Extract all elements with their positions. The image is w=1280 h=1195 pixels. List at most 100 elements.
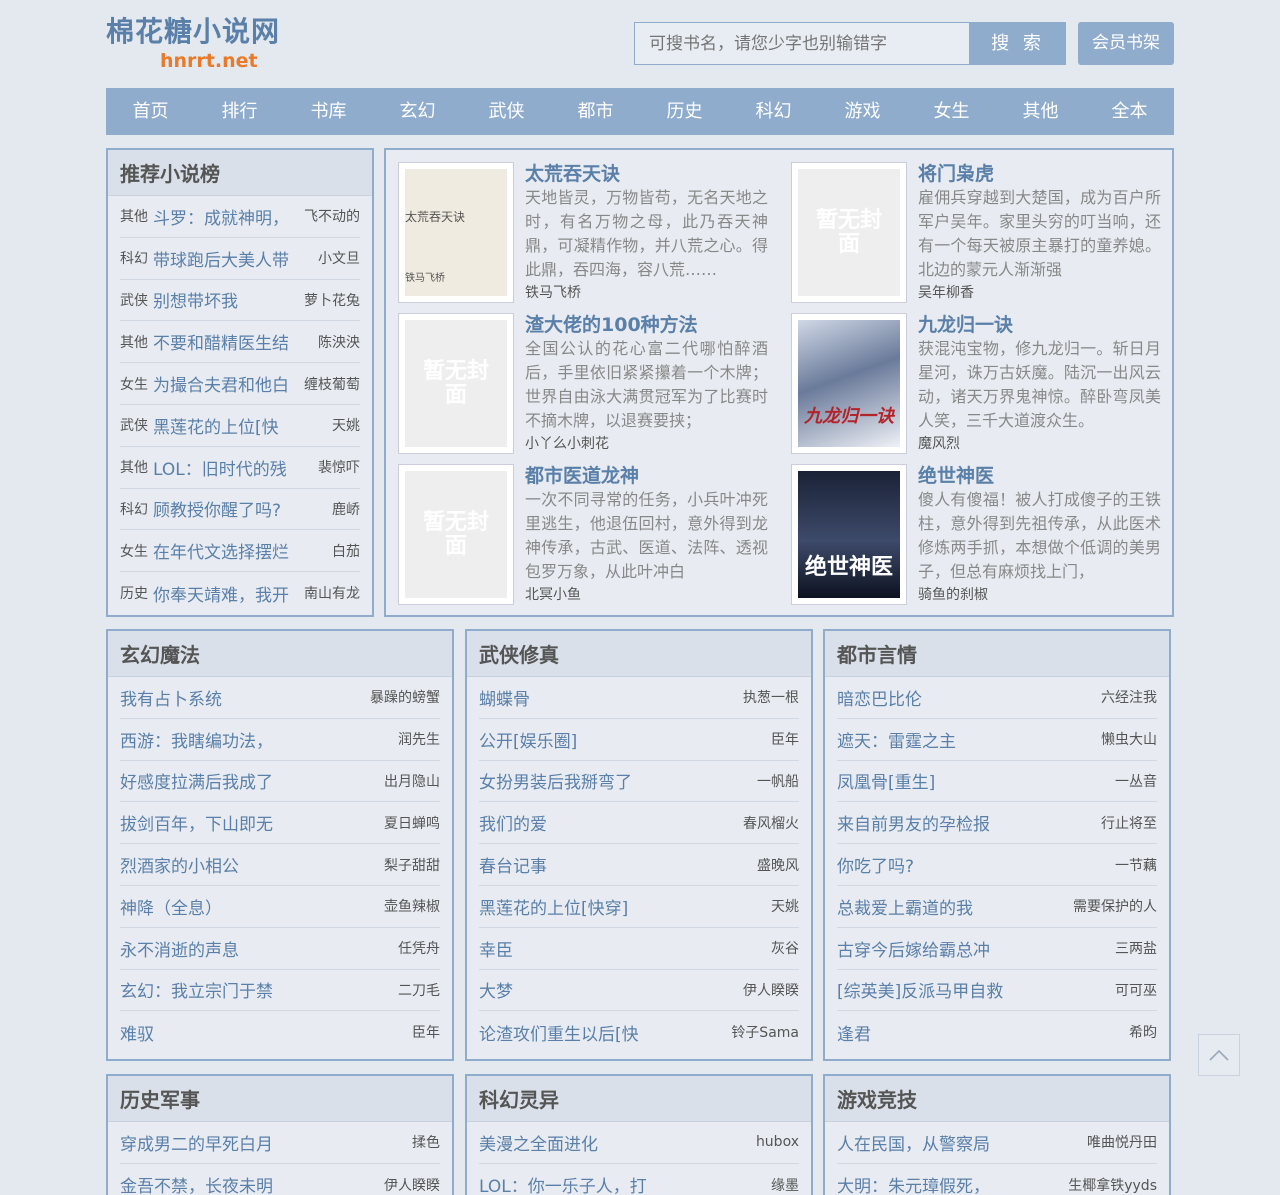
category-item[interactable]: 难驭 臣年 <box>120 1011 440 1053</box>
nav-completed[interactable]: 全本 <box>1085 88 1174 135</box>
category-item[interactable]: 西游：我瞎编功法， 润先生 <box>120 719 440 761</box>
recommend-item[interactable]: 其他 不要和醋精医生结 陈泱泱 <box>120 321 360 364</box>
recommend-item[interactable]: 女生 在年代文选择摆烂 白茄 <box>120 530 360 573</box>
recommend-item[interactable]: 女生 为撮合夫君和他白 缠枝葡萄 <box>120 363 360 405</box>
nav-xuanhuan[interactable]: 玄幻 <box>373 88 462 135</box>
category-book-title[interactable]: 人在民国，从警察局 <box>837 1130 1081 1155</box>
nav-wuxia[interactable]: 武侠 <box>462 88 551 135</box>
book-cover[interactable]: 九龙归一诀 <box>791 313 907 454</box>
category-item[interactable]: 大梦 伊人睽睽 <box>479 970 799 1012</box>
category-item[interactable]: [综英美]反派马甲自救 可可巫 <box>837 970 1157 1012</box>
category-item[interactable]: 我有占卜系统 暴躁的螃蟹 <box>120 677 440 719</box>
category-book-title[interactable]: [综英美]反派马甲自救 <box>837 977 1109 1002</box>
featured-book-title[interactable]: 九龙归一诀 <box>918 313 1161 337</box>
category-item[interactable]: 玄幻：我立宗门于禁 二刀毛 <box>120 970 440 1012</box>
nav-ranking[interactable]: 排行 <box>195 88 284 135</box>
category-item[interactable]: 幸臣 灰谷 <box>479 928 799 970</box>
nav-home[interactable]: 首页 <box>106 88 195 135</box>
category-book-title[interactable]: 凤凰骨[重生] <box>837 768 1109 793</box>
category-item[interactable]: 暗恋巴比伦 六经注我 <box>837 677 1157 719</box>
category-book-title[interactable]: 总裁爱上霸道的我 <box>837 894 1067 919</box>
category-book-title[interactable]: 遮天：雷霆之主 <box>837 727 1095 752</box>
category-item[interactable]: 总裁爱上霸道的我 需要保护的人 <box>837 886 1157 928</box>
category-item[interactable]: 穿成男二的早死白月 揉色 <box>120 1122 440 1164</box>
category-item[interactable]: 美漫之全面进化 hubox <box>479 1122 799 1164</box>
category-book-title[interactable]: 美漫之全面进化 <box>479 1130 750 1155</box>
category-item[interactable]: 逢君 希昀 <box>837 1011 1157 1053</box>
book-cover[interactable]: 太荒吞天诀 铁马飞桥 <box>398 162 514 303</box>
recommend-item[interactable]: 其他 LOL：旧时代的残 裴惊吓 <box>120 447 360 489</box>
category-book-title[interactable]: 春台记事 <box>479 852 751 877</box>
recommend-book-title[interactable]: 别想带坏我 <box>153 287 300 312</box>
category-item[interactable]: 人在民国，从警察局 唯曲悦丹田 <box>837 1122 1157 1164</box>
recommend-book-title[interactable]: 在年代文选择摆烂 <box>153 538 328 563</box>
category-book-title[interactable]: 公开[娱乐圈] <box>479 727 765 752</box>
category-item[interactable]: 论渣攻们重生以后[快 铃子Sama <box>479 1011 799 1053</box>
category-book-title[interactable]: 逢君 <box>837 1020 1123 1045</box>
category-item[interactable]: 我们的爱 春风榴火 <box>479 802 799 845</box>
category-book-title[interactable]: 穿成男二的早死白月 <box>120 1130 406 1155</box>
category-item[interactable]: 凤凰骨[重生] 一丛音 <box>837 761 1157 803</box>
search-input[interactable] <box>634 22 970 65</box>
category-book-title[interactable]: 永不消逝的声息 <box>120 936 392 961</box>
nav-urban[interactable]: 都市 <box>551 88 640 135</box>
category-item[interactable]: 公开[娱乐圈] 臣年 <box>479 719 799 761</box>
featured-book-title[interactable]: 绝世神医 <box>918 464 1161 488</box>
recommend-item[interactable]: 其他 斗罗：成就神明， 飞不动的 <box>120 196 360 238</box>
category-book-title[interactable]: 大梦 <box>479 977 737 1002</box>
nav-female[interactable]: 女生 <box>907 88 996 135</box>
back-to-top-button[interactable] <box>1198 1034 1240 1076</box>
recommend-book-title[interactable]: 黑莲花的上位[快 <box>153 413 328 438</box>
category-book-title[interactable]: 论渣攻们重生以后[快 <box>479 1020 725 1045</box>
book-cover[interactable]: 绝世神医 <box>791 464 907 605</box>
nav-history[interactable]: 历史 <box>640 88 729 135</box>
category-book-title[interactable]: 神降（全息） <box>120 894 378 919</box>
category-item[interactable]: 神降（全息） 壶鱼辣椒 <box>120 886 440 928</box>
category-book-title[interactable]: 金吾不禁，长夜未明 <box>120 1172 378 1195</box>
category-book-title[interactable]: 好感度拉满后我成了 <box>120 768 378 793</box>
recommend-item[interactable]: 科幻 带球跑后大美人带 小文旦 <box>120 238 360 280</box>
category-item[interactable]: 拔剑百年，下山即无 夏日蝉鸣 <box>120 802 440 845</box>
category-book-title[interactable]: 暗恋巴比伦 <box>837 685 1095 710</box>
category-book-title[interactable]: 幸臣 <box>479 936 765 961</box>
category-book-title[interactable]: 蝴蝶骨 <box>479 685 737 710</box>
recommend-book-title[interactable]: 斗罗：成就神明， <box>153 204 300 229</box>
recommend-book-title[interactable]: 不要和醋精医生结 <box>153 329 314 354</box>
category-item[interactable]: 来自前男友的孕检报 行止将至 <box>837 802 1157 845</box>
recommend-book-title[interactable]: 顾教授你醒了吗? <box>153 496 328 521</box>
featured-book-title[interactable]: 将门枭虎 <box>918 162 1161 186</box>
category-item[interactable]: 黑莲花的上位[快穿] 天姚 <box>479 886 799 928</box>
category-book-title[interactable]: 烈酒家的小相公 <box>120 852 378 877</box>
category-book-title[interactable]: 玄幻：我立宗门于禁 <box>120 977 392 1002</box>
category-item[interactable]: 好感度拉满后我成了 出月隐山 <box>120 761 440 803</box>
category-item[interactable]: 烈酒家的小相公 梨子甜甜 <box>120 844 440 886</box>
recommend-book-title[interactable]: 带球跑后大美人带 <box>153 246 314 271</box>
featured-book-title[interactable]: 太荒吞天诀 <box>525 162 768 186</box>
category-item[interactable]: LOL：你一乐子人，打 缘墨 <box>479 1164 799 1195</box>
category-book-title[interactable]: 女扮男装后我掰弯了 <box>479 768 751 793</box>
category-book-title[interactable]: LOL：你一乐子人，打 <box>479 1172 765 1195</box>
nav-other[interactable]: 其他 <box>996 88 1085 135</box>
recommend-item[interactable]: 科幻 顾教授你醒了吗? 鹿峤 <box>120 489 360 531</box>
category-book-title[interactable]: 拔剑百年，下山即无 <box>120 810 378 835</box>
category-book-title[interactable]: 黑莲花的上位[快穿] <box>479 894 765 919</box>
category-book-title[interactable]: 古穿今后嫁给霸总冲 <box>837 936 1109 961</box>
recommend-book-title[interactable]: 你奉天靖难，我开 <box>153 581 300 606</box>
category-item[interactable]: 大明：朱元璋假死， 生椰拿铁yyds <box>837 1164 1157 1195</box>
category-item[interactable]: 遮天：雷霆之主 懒虫大山 <box>837 719 1157 761</box>
category-item[interactable]: 古穿今后嫁给霸总冲 三两盐 <box>837 928 1157 970</box>
featured-book-title[interactable]: 渣大佬的100种方法 <box>525 313 768 337</box>
member-bookshelf-button[interactable]: 会员书架 <box>1078 22 1174 65</box>
category-item[interactable]: 女扮男装后我掰弯了 一帆船 <box>479 761 799 803</box>
search-button[interactable]: 搜 索 <box>970 22 1066 65</box>
recommend-book-title[interactable]: 为撮合夫君和他白 <box>153 371 300 396</box>
category-book-title[interactable]: 我有占卜系统 <box>120 685 364 710</box>
category-item[interactable]: 你吃了吗? 一节藕 <box>837 844 1157 886</box>
site-logo[interactable]: 棉花糖小说网 hnrrt.net <box>106 14 306 72</box>
recommend-item[interactable]: 武侠 黑莲花的上位[快 天姚 <box>120 405 360 447</box>
category-item[interactable]: 金吾不禁，长夜未明 伊人睽睽 <box>120 1164 440 1195</box>
featured-book-title[interactable]: 都市医道龙神 <box>525 464 768 488</box>
recommend-book-title[interactable]: LOL：旧时代的残 <box>153 455 314 480</box>
category-item[interactable]: 永不消逝的声息 任凭舟 <box>120 928 440 970</box>
nav-game[interactable]: 游戏 <box>818 88 907 135</box>
